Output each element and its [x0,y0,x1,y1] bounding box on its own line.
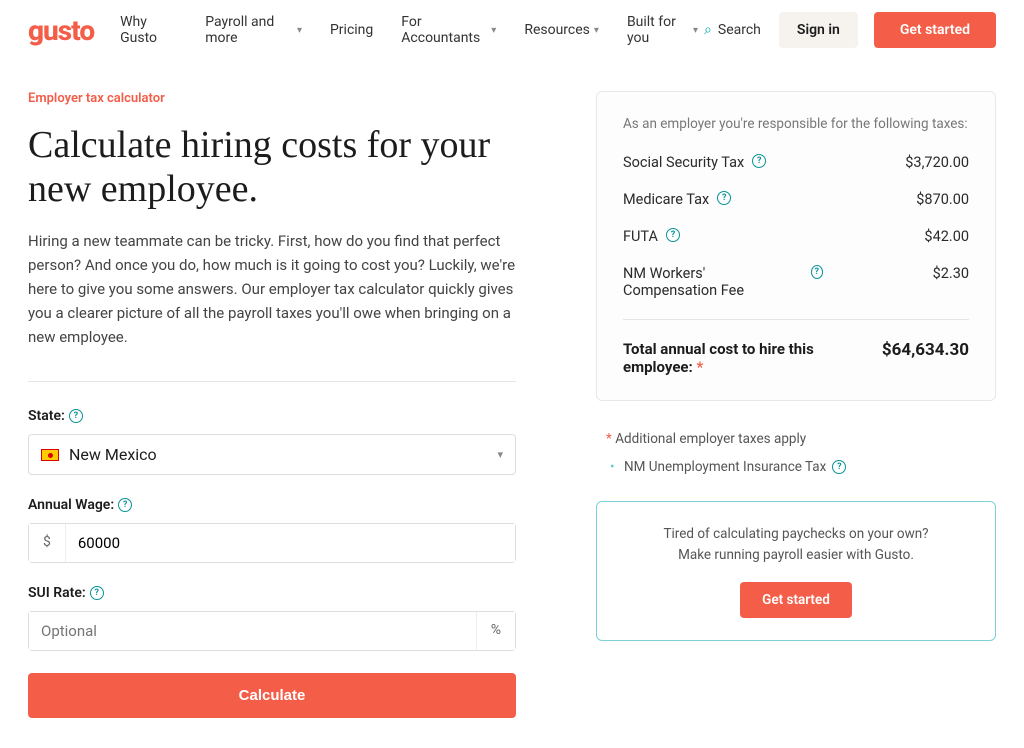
tax-row: NM Workers' Compensation Fee? $2.30 [623,265,969,299]
wage-input-group: $ [28,523,516,563]
sui-input[interactable] [29,612,476,650]
logo[interactable]: gusto [28,14,94,47]
tax-row: FUTA? $42.00 [623,228,969,245]
total-value: $64,634.30 [882,340,969,376]
nav-payroll[interactable]: Payroll and more ▾ [205,14,302,46]
tax-row: Medicare Tax? $870.00 [623,191,969,208]
nav-label: Built for you [627,14,689,46]
help-icon[interactable]: ? [752,154,766,168]
state-value: New Mexico [69,445,157,464]
main-content: Employer tax calculator Calculate hiring… [0,61,1024,748]
additional-taxes: * Additional employer taxes apply NM Une… [596,431,996,475]
wage-label: Annual Wage: ? [28,497,516,513]
label-text: State: [28,408,65,424]
cta-card: Tired of calculating paychecks on your o… [596,501,996,641]
search-link[interactable]: ⌕ Search [704,22,761,38]
percent-suffix: % [476,612,515,650]
chevron-down-icon: ▾ [297,25,302,36]
asterisk-icon: * [696,358,703,376]
help-icon[interactable]: ? [118,498,132,512]
nav-built-for-you[interactable]: Built for you ▾ [627,14,698,46]
cta-get-started-button[interactable]: Get started [740,582,852,618]
wage-input[interactable] [66,524,515,562]
label-text: Annual Wage: [28,497,114,513]
asterisk-icon: * [606,431,612,447]
nav-label: Resources [524,22,590,38]
additional-heading: * Additional employer taxes apply [606,431,996,447]
nav-label: For Accountants [401,14,487,46]
nav-why-gusto[interactable]: Why Gusto [120,14,177,46]
main-nav: Why Gusto Payroll and more ▾ Pricing For … [120,14,698,46]
eyebrow: Employer tax calculator [28,91,516,106]
help-icon[interactable]: ? [90,586,104,600]
nav-resources[interactable]: Resources ▾ [524,14,599,46]
help-icon[interactable]: ? [666,228,680,242]
help-icon[interactable]: ? [832,460,846,474]
tax-value: $2.30 [933,265,969,282]
calculate-button[interactable]: Calculate [28,673,516,718]
help-icon[interactable]: ? [69,409,83,423]
chevron-down-icon: ▾ [594,25,599,36]
signin-button[interactable]: Sign in [779,12,858,48]
tax-value: $42.00 [924,228,969,245]
tax-label: Social Security Tax? [623,154,766,171]
results-card: As an employer you're responsible for th… [596,91,996,401]
total-row: Total annual cost to hire this employee:… [623,319,969,376]
state-select[interactable]: New Mexico ▾ [28,434,516,475]
left-column: Employer tax calculator Calculate hiring… [28,91,516,718]
results-heading: As an employer you're responsible for th… [623,116,969,132]
currency-prefix: $ [29,524,66,562]
nav-label: Pricing [330,22,373,38]
nav-accountants[interactable]: For Accountants ▾ [401,14,496,46]
chevron-down-icon: ▾ [491,25,496,36]
main-header: gusto Why Gusto Payroll and more ▾ Pricin… [0,0,1024,61]
sui-input-group: % [28,611,516,651]
help-icon[interactable]: ? [717,191,731,205]
intro-text: Hiring a new teammate can be tricky. Fir… [28,229,516,349]
divider [28,381,516,382]
total-label: Total annual cost to hire this employee:… [623,340,843,376]
nav-pricing[interactable]: Pricing [330,14,373,46]
tax-value: $3,720.00 [905,154,969,171]
get-started-button[interactable]: Get started [874,12,996,48]
tax-label: Medicare Tax? [623,191,731,208]
right-column: As an employer you're responsible for th… [596,91,996,718]
search-icon: ⌕ [704,22,712,38]
tax-label: NM Workers' Compensation Fee? [623,265,823,299]
tax-row: Social Security Tax? $3,720.00 [623,154,969,171]
state-label: State: ? [28,408,516,424]
cta-text: Tired of calculating paychecks on your o… [619,524,973,566]
tax-value: $870.00 [916,191,969,208]
flag-icon [41,449,59,461]
label-text: SUI Rate: [28,585,86,601]
sui-label: SUI Rate: ? [28,585,516,601]
additional-item: NM Unemployment Insurance Tax ? [606,459,996,475]
tax-label: FUTA? [623,228,680,245]
chevron-down-icon: ▾ [693,25,698,36]
nav-label: Payroll and more [205,14,293,46]
help-icon[interactable]: ? [811,265,823,279]
nav-label: Why Gusto [120,14,177,46]
search-label: Search [718,22,761,38]
page-title: Calculate hiring costs for your new empl… [28,124,516,211]
chevron-down-icon: ▾ [497,448,503,461]
